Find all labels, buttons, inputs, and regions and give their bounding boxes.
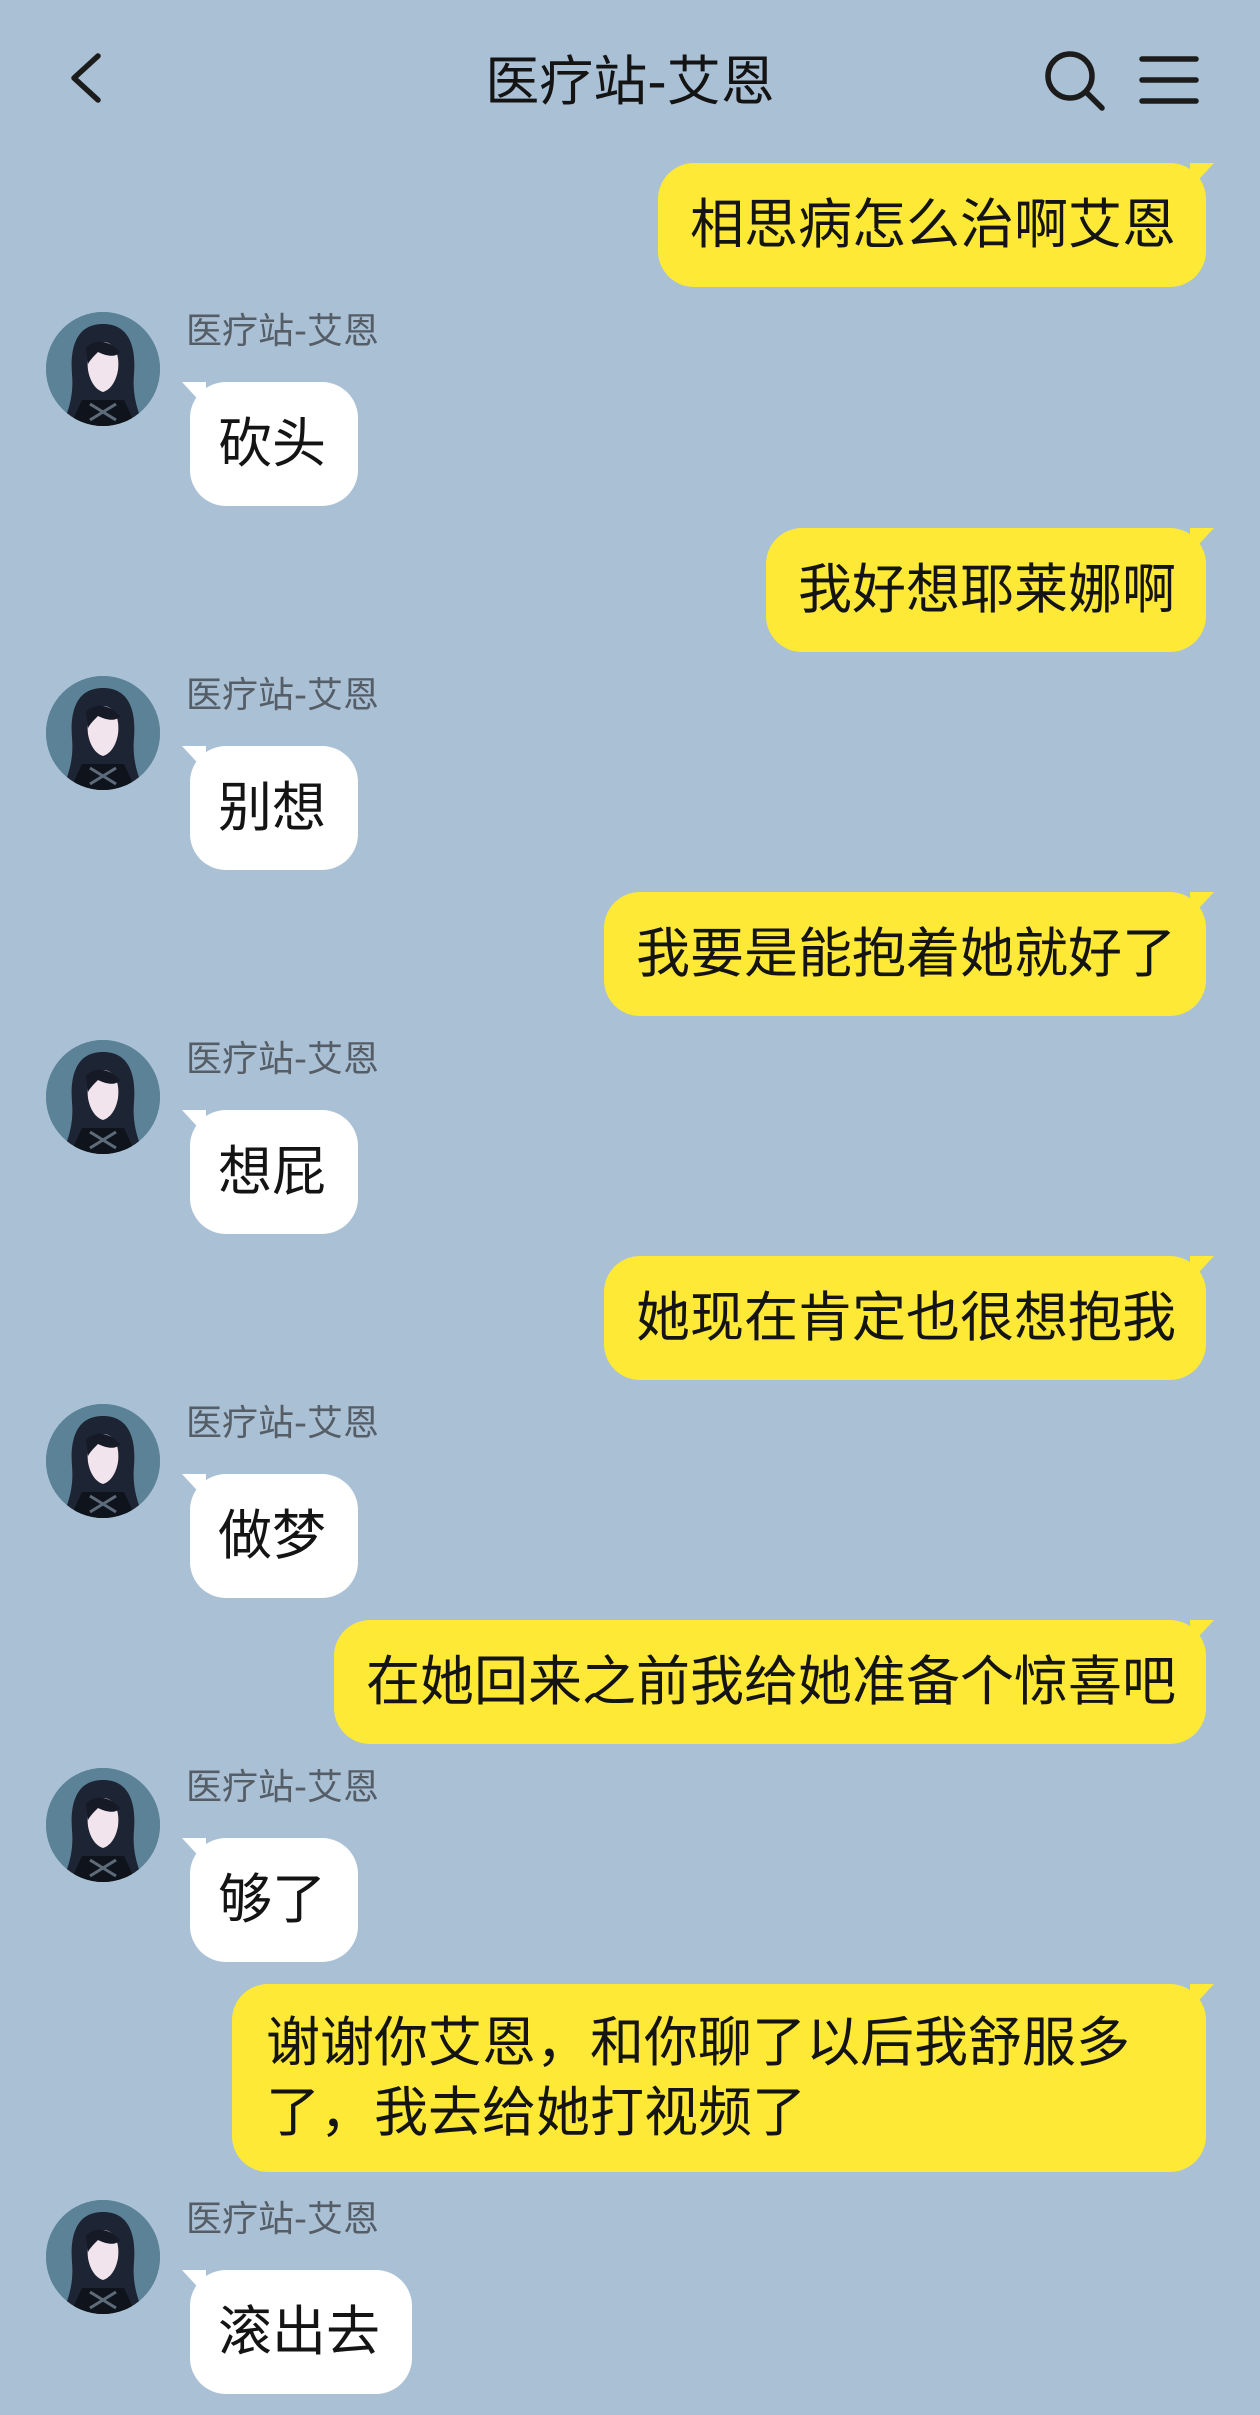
their-message-bubble[interactable]: 砍头 [182, 382, 358, 506]
my-message-bubble[interactable]: 我要是能抱着她就好了 [604, 892, 1214, 1016]
my-message-bubble[interactable]: 我好想耶莱娜啊 [766, 528, 1214, 652]
avatar-icon [46, 2200, 160, 2314]
their-message-bubble[interactable]: 够了 [182, 1838, 358, 1962]
their-message-bubble[interactable]: 想屁 [182, 1110, 358, 1234]
contact-avatar[interactable] [46, 1404, 160, 1518]
my-message-bubble[interactable]: 她现在肯定也很想抱我 [604, 1256, 1214, 1380]
contact-avatar[interactable] [46, 1768, 160, 1882]
sender-name: 医疗站-艾恩 [186, 675, 379, 716]
their-message-bubble[interactable]: 滚出去 [182, 2270, 412, 2394]
contact-avatar[interactable] [46, 2200, 160, 2314]
avatar-icon [46, 1404, 160, 1518]
sender-name: 医疗站-艾恩 [186, 2199, 379, 2240]
menu-button[interactable] [1132, 44, 1204, 116]
sender-name: 医疗站-艾恩 [186, 1039, 379, 1080]
my-message-bubble[interactable]: 相思病怎么治啊艾恩 [658, 163, 1214, 287]
sender-name: 医疗站-艾恩 [186, 1403, 379, 1444]
search-icon [1045, 51, 1105, 111]
search-button[interactable] [1038, 44, 1110, 116]
avatar-icon [46, 312, 160, 426]
my-message-bubble[interactable]: 谢谢你艾恩，和你聊了以后我舒服多了，我去给她打视频了 [232, 1984, 1214, 2172]
menu-icon [1139, 56, 1199, 104]
contact-avatar[interactable] [46, 312, 160, 426]
avatar-icon [46, 676, 160, 790]
avatar-icon [46, 1768, 160, 1882]
avatar-icon [46, 1040, 160, 1154]
their-message-bubble[interactable]: 别想 [182, 746, 358, 870]
sender-name: 医疗站-艾恩 [186, 311, 379, 352]
contact-avatar[interactable] [46, 676, 160, 790]
their-message-bubble[interactable]: 做梦 [182, 1474, 358, 1598]
my-message-bubble[interactable]: 在她回来之前我给她准备个惊喜吧 [334, 1620, 1214, 1744]
sender-name: 医疗站-艾恩 [186, 1767, 379, 1808]
contact-avatar[interactable] [46, 1040, 160, 1154]
chat-header: 医疗站-艾恩 [0, 0, 1260, 160]
